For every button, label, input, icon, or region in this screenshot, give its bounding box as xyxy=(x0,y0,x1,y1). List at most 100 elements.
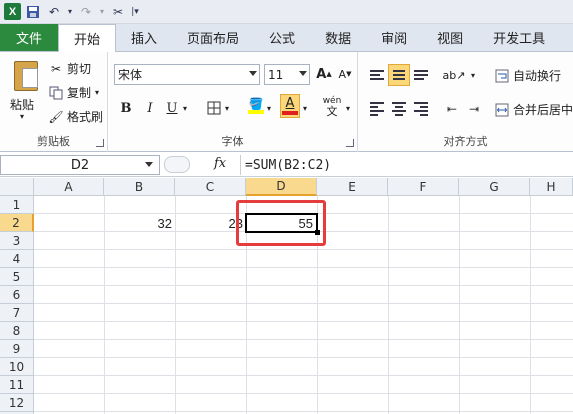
select-all-corner[interactable] xyxy=(0,178,34,196)
clipboard-group: 粘贴 ▾ ✂ 剪切 复制 ▾ 🖌 格式刷 剪贴板 xyxy=(0,52,108,152)
phonetic-button[interactable]: wén 文 xyxy=(320,94,344,120)
fill-color-button[interactable]: 🪣 xyxy=(246,96,266,116)
tab-insert[interactable]: 插入 xyxy=(116,24,172,51)
cut-button[interactable]: ✂ 剪切 xyxy=(48,60,91,77)
paste-dropdown-icon[interactable]: ▾ xyxy=(20,112,24,121)
align-bottom-button[interactable] xyxy=(410,64,432,86)
tab-file[interactable]: 文件 xyxy=(0,24,58,51)
wrap-text-button[interactable]: 自动换行 xyxy=(494,67,561,84)
alignment-group: ab↗ ▾ 自动换行 ⇤ ⇥ 合并后居中 对齐方式 xyxy=(358,52,573,152)
row-header-3[interactable]: 3 xyxy=(0,232,34,250)
increase-indent-button[interactable]: ⇥ xyxy=(464,99,484,119)
shrink-font-button[interactable]: A ▼ xyxy=(335,64,355,84)
wrap-text-icon xyxy=(494,68,510,84)
clipboard-launcher-icon[interactable] xyxy=(96,139,104,147)
underline-dropdown-icon[interactable]: ▾ xyxy=(180,98,190,118)
paint-bucket-icon: 🪣 xyxy=(248,97,264,111)
customize-qat-icon[interactable]: |▾ xyxy=(130,3,140,21)
font-group: 宋体 11 A ▲ A ▼ B I U ▾ ▾ 🪣 ▾ A ▾ wén 文 ▾ … xyxy=(108,52,358,152)
insert-function-button[interactable]: fx xyxy=(214,156,226,171)
tab-data[interactable]: 数据 xyxy=(310,24,366,51)
orientation-button[interactable]: ab↗ xyxy=(443,65,466,85)
phonetic-glyph: 文 xyxy=(326,105,338,118)
decrease-indent-button[interactable]: ⇤ xyxy=(442,99,462,119)
row-header-2[interactable]: 2 xyxy=(0,214,34,232)
ribbon: 粘贴 ▾ ✂ 剪切 复制 ▾ 🖌 格式刷 剪贴板 宋体 11 A ▲ A ▼ B… xyxy=(0,51,573,152)
copy-dropdown-icon[interactable]: ▾ xyxy=(95,88,99,97)
shrink-font-label: A xyxy=(338,67,347,81)
paste-button[interactable]: 粘贴 ▾ xyxy=(4,54,44,129)
quick-access-toolbar: X ↶ ▾ ↷ ▾ ✂ |▾ xyxy=(0,0,573,24)
orientation-dropdown-icon[interactable]: ▾ xyxy=(468,65,478,85)
column-header-f[interactable]: F xyxy=(388,178,459,196)
undo-dropdown-icon[interactable]: ▾ xyxy=(66,3,74,21)
bold-button[interactable]: B xyxy=(116,98,136,118)
column-header-g[interactable]: G xyxy=(459,178,530,196)
redo-icon[interactable]: ↷ xyxy=(77,3,95,21)
font-color-swatch xyxy=(282,111,298,115)
copy-button[interactable]: 复制 ▾ xyxy=(48,84,99,101)
formula-bar-resize-handle[interactable] xyxy=(164,156,190,173)
align-center-button[interactable] xyxy=(388,98,410,120)
row-header-12[interactable]: 12 xyxy=(0,394,34,412)
column-header-d[interactable]: D xyxy=(246,178,317,196)
align-top-button[interactable] xyxy=(366,64,388,86)
grow-font-button[interactable]: A ▲ xyxy=(314,64,334,84)
row-header-1[interactable]: 1 xyxy=(0,196,34,214)
column-header-e[interactable]: E xyxy=(317,178,388,196)
align-middle-button[interactable] xyxy=(388,64,410,86)
formula-input[interactable]: =SUM(B2:C2) xyxy=(240,155,573,175)
tools-icon[interactable]: ✂ xyxy=(109,3,127,21)
row-header-5[interactable]: 5 xyxy=(0,268,34,286)
font-color-dropdown-icon[interactable]: ▾ xyxy=(300,98,310,118)
border-button[interactable] xyxy=(204,98,224,118)
name-box[interactable]: D2 xyxy=(0,155,160,175)
italic-button[interactable]: I xyxy=(140,98,160,118)
fill-color-dropdown-icon[interactable]: ▾ xyxy=(264,98,274,118)
tab-formulas[interactable]: 公式 xyxy=(254,24,310,51)
row-header-4[interactable]: 4 xyxy=(0,250,34,268)
column-header-h[interactable]: H xyxy=(530,178,573,196)
font-name-value: 宋体 xyxy=(118,68,143,82)
redo-dropdown-icon[interactable]: ▾ xyxy=(98,3,106,21)
phonetic-dropdown-icon[interactable]: ▾ xyxy=(343,98,353,118)
wrap-text-label: 自动换行 xyxy=(513,69,562,83)
row-header-11[interactable]: 11 xyxy=(0,376,34,394)
row-header-6[interactable]: 6 xyxy=(0,286,34,304)
format-painter-button[interactable]: 🖌 格式刷 xyxy=(48,108,103,125)
font-launcher-icon[interactable] xyxy=(346,139,354,147)
row-header-8[interactable]: 8 xyxy=(0,322,34,340)
column-header-b[interactable]: B xyxy=(104,178,175,196)
clipboard-group-label: 剪贴板 xyxy=(37,135,70,148)
name-box-value: D2 xyxy=(70,157,90,173)
tab-view[interactable]: 视图 xyxy=(422,24,478,51)
font-size-select[interactable]: 11 xyxy=(264,64,310,85)
align-right-button[interactable] xyxy=(410,98,432,120)
tab-developer[interactable]: 开发工具 xyxy=(478,24,560,51)
row-header-9[interactable]: 9 xyxy=(0,340,34,358)
tab-review[interactable]: 审阅 xyxy=(366,24,422,51)
row-header-7[interactable]: 7 xyxy=(0,304,34,322)
column-header-a[interactable]: A xyxy=(34,178,104,196)
paste-label: 粘贴 xyxy=(10,98,35,112)
undo-icon[interactable]: ↶ xyxy=(45,3,63,21)
column-header-c[interactable]: C xyxy=(175,178,246,196)
merge-center-button[interactable]: 合并后居中 xyxy=(494,101,573,118)
save-icon[interactable] xyxy=(24,3,42,21)
merge-center-label: 合并后居中 xyxy=(513,103,573,117)
format-painter-icon: 🖌 xyxy=(48,109,64,124)
grow-font-label: A xyxy=(316,66,327,82)
spreadsheet-grid: A B C D E F G H 1 2 3 4 5 6 7 8 9 10 11 … xyxy=(0,178,573,414)
font-group-label: 字体 xyxy=(221,135,244,148)
row-header-10[interactable]: 10 xyxy=(0,358,34,376)
cell-b2[interactable]: 32 xyxy=(104,214,175,232)
underline-button[interactable]: U xyxy=(162,98,182,118)
border-dropdown-icon[interactable]: ▾ xyxy=(222,98,232,118)
font-size-value: 11 xyxy=(268,67,284,82)
font-name-select[interactable]: 宋体 xyxy=(114,64,260,85)
align-left-button[interactable] xyxy=(366,98,388,120)
tab-home[interactable]: 开始 xyxy=(58,24,117,52)
tab-page-layout[interactable]: 页面布局 xyxy=(172,24,254,51)
excel-logo-icon: X xyxy=(4,3,21,20)
font-color-button[interactable]: A xyxy=(280,94,300,118)
